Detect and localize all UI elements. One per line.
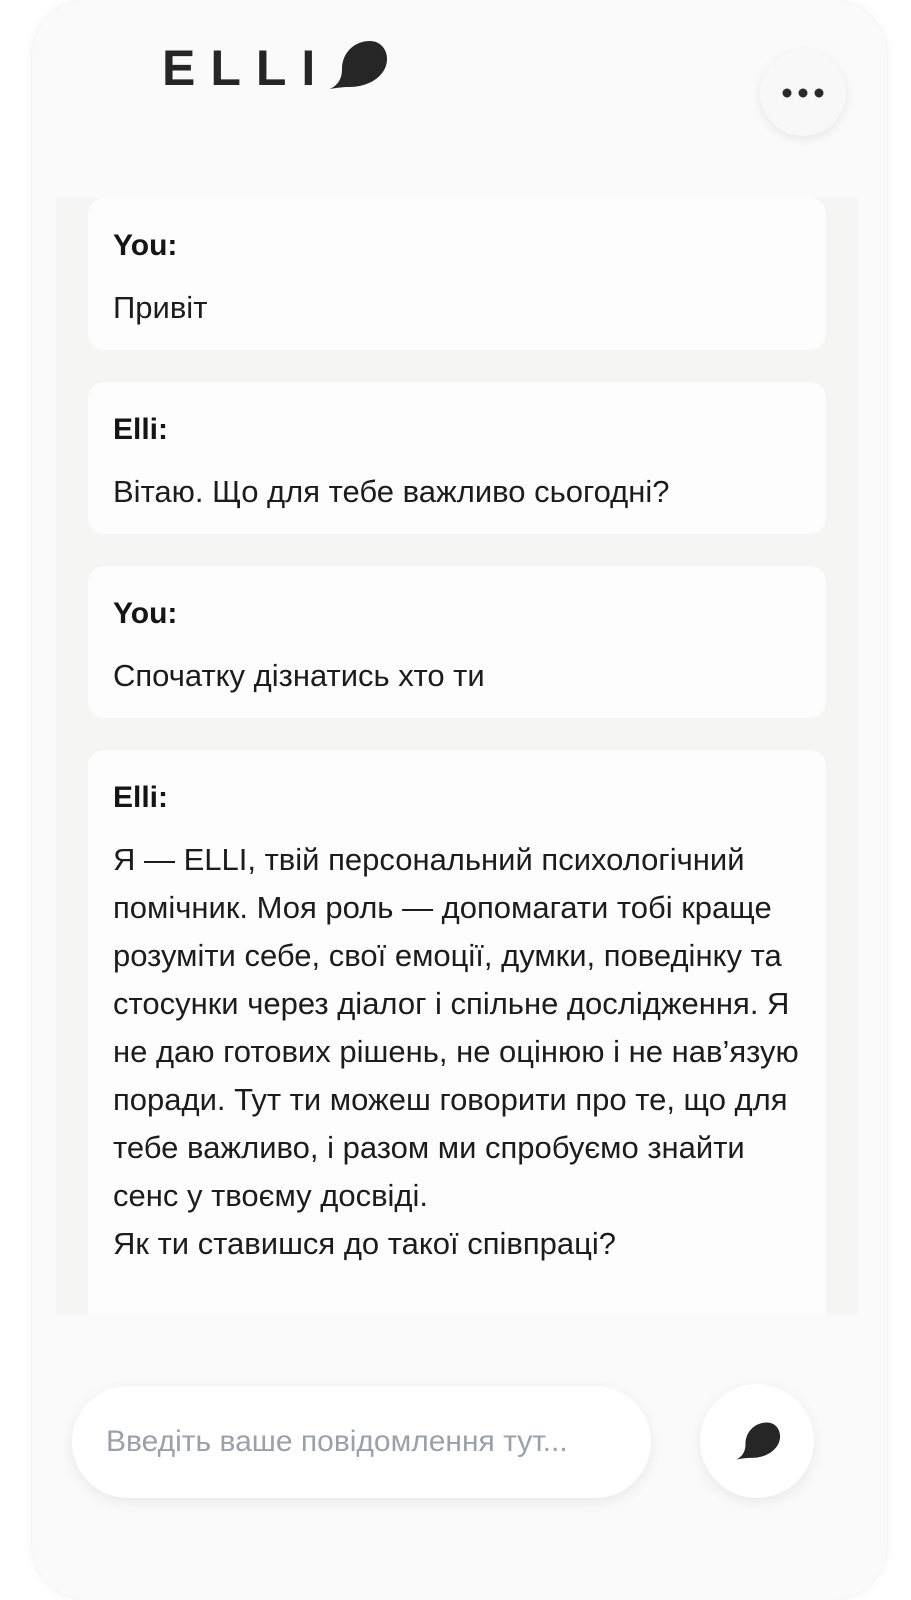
send-button[interactable] (700, 1384, 814, 1498)
message-author: You: (113, 229, 178, 262)
message-input-container (72, 1386, 651, 1498)
logo-speech-bubble-icon (330, 41, 388, 89)
message-text: Спочатку дізнатись хто ти (113, 658, 485, 693)
message-assistant: Elli: Вітаю. Що для тебе важливо сьогодн… (88, 382, 826, 534)
speech-bubble-send-icon (736, 1422, 781, 1460)
message-input[interactable] (104, 1424, 628, 1460)
message-assistant: Elli: Я — ELLI, твій персональний психол… (88, 750, 826, 1314)
more-horizontal-icon (782, 88, 824, 98)
more-options-button[interactable] (760, 50, 846, 136)
message-author: You: (113, 597, 178, 630)
message-text: Вітаю. Що для тебе важливо сьогодні? (113, 474, 670, 509)
message-text: Привіт (113, 290, 208, 325)
logo-text: ELLI (162, 40, 331, 96)
elli-logo: ELLI (162, 38, 388, 98)
chat-history[interactable]: You: Привіт Elli: Вітаю. Що для тебе важ… (56, 198, 858, 1314)
message-user: You: Привіт (88, 198, 826, 350)
message-author: Elli: (113, 413, 169, 446)
message-text: Я — ELLI, твій персональний психологічни… (113, 842, 799, 1261)
message-user: You: Спочатку дізнатись хто ти (88, 566, 826, 718)
message-author: Elli: (113, 781, 169, 814)
